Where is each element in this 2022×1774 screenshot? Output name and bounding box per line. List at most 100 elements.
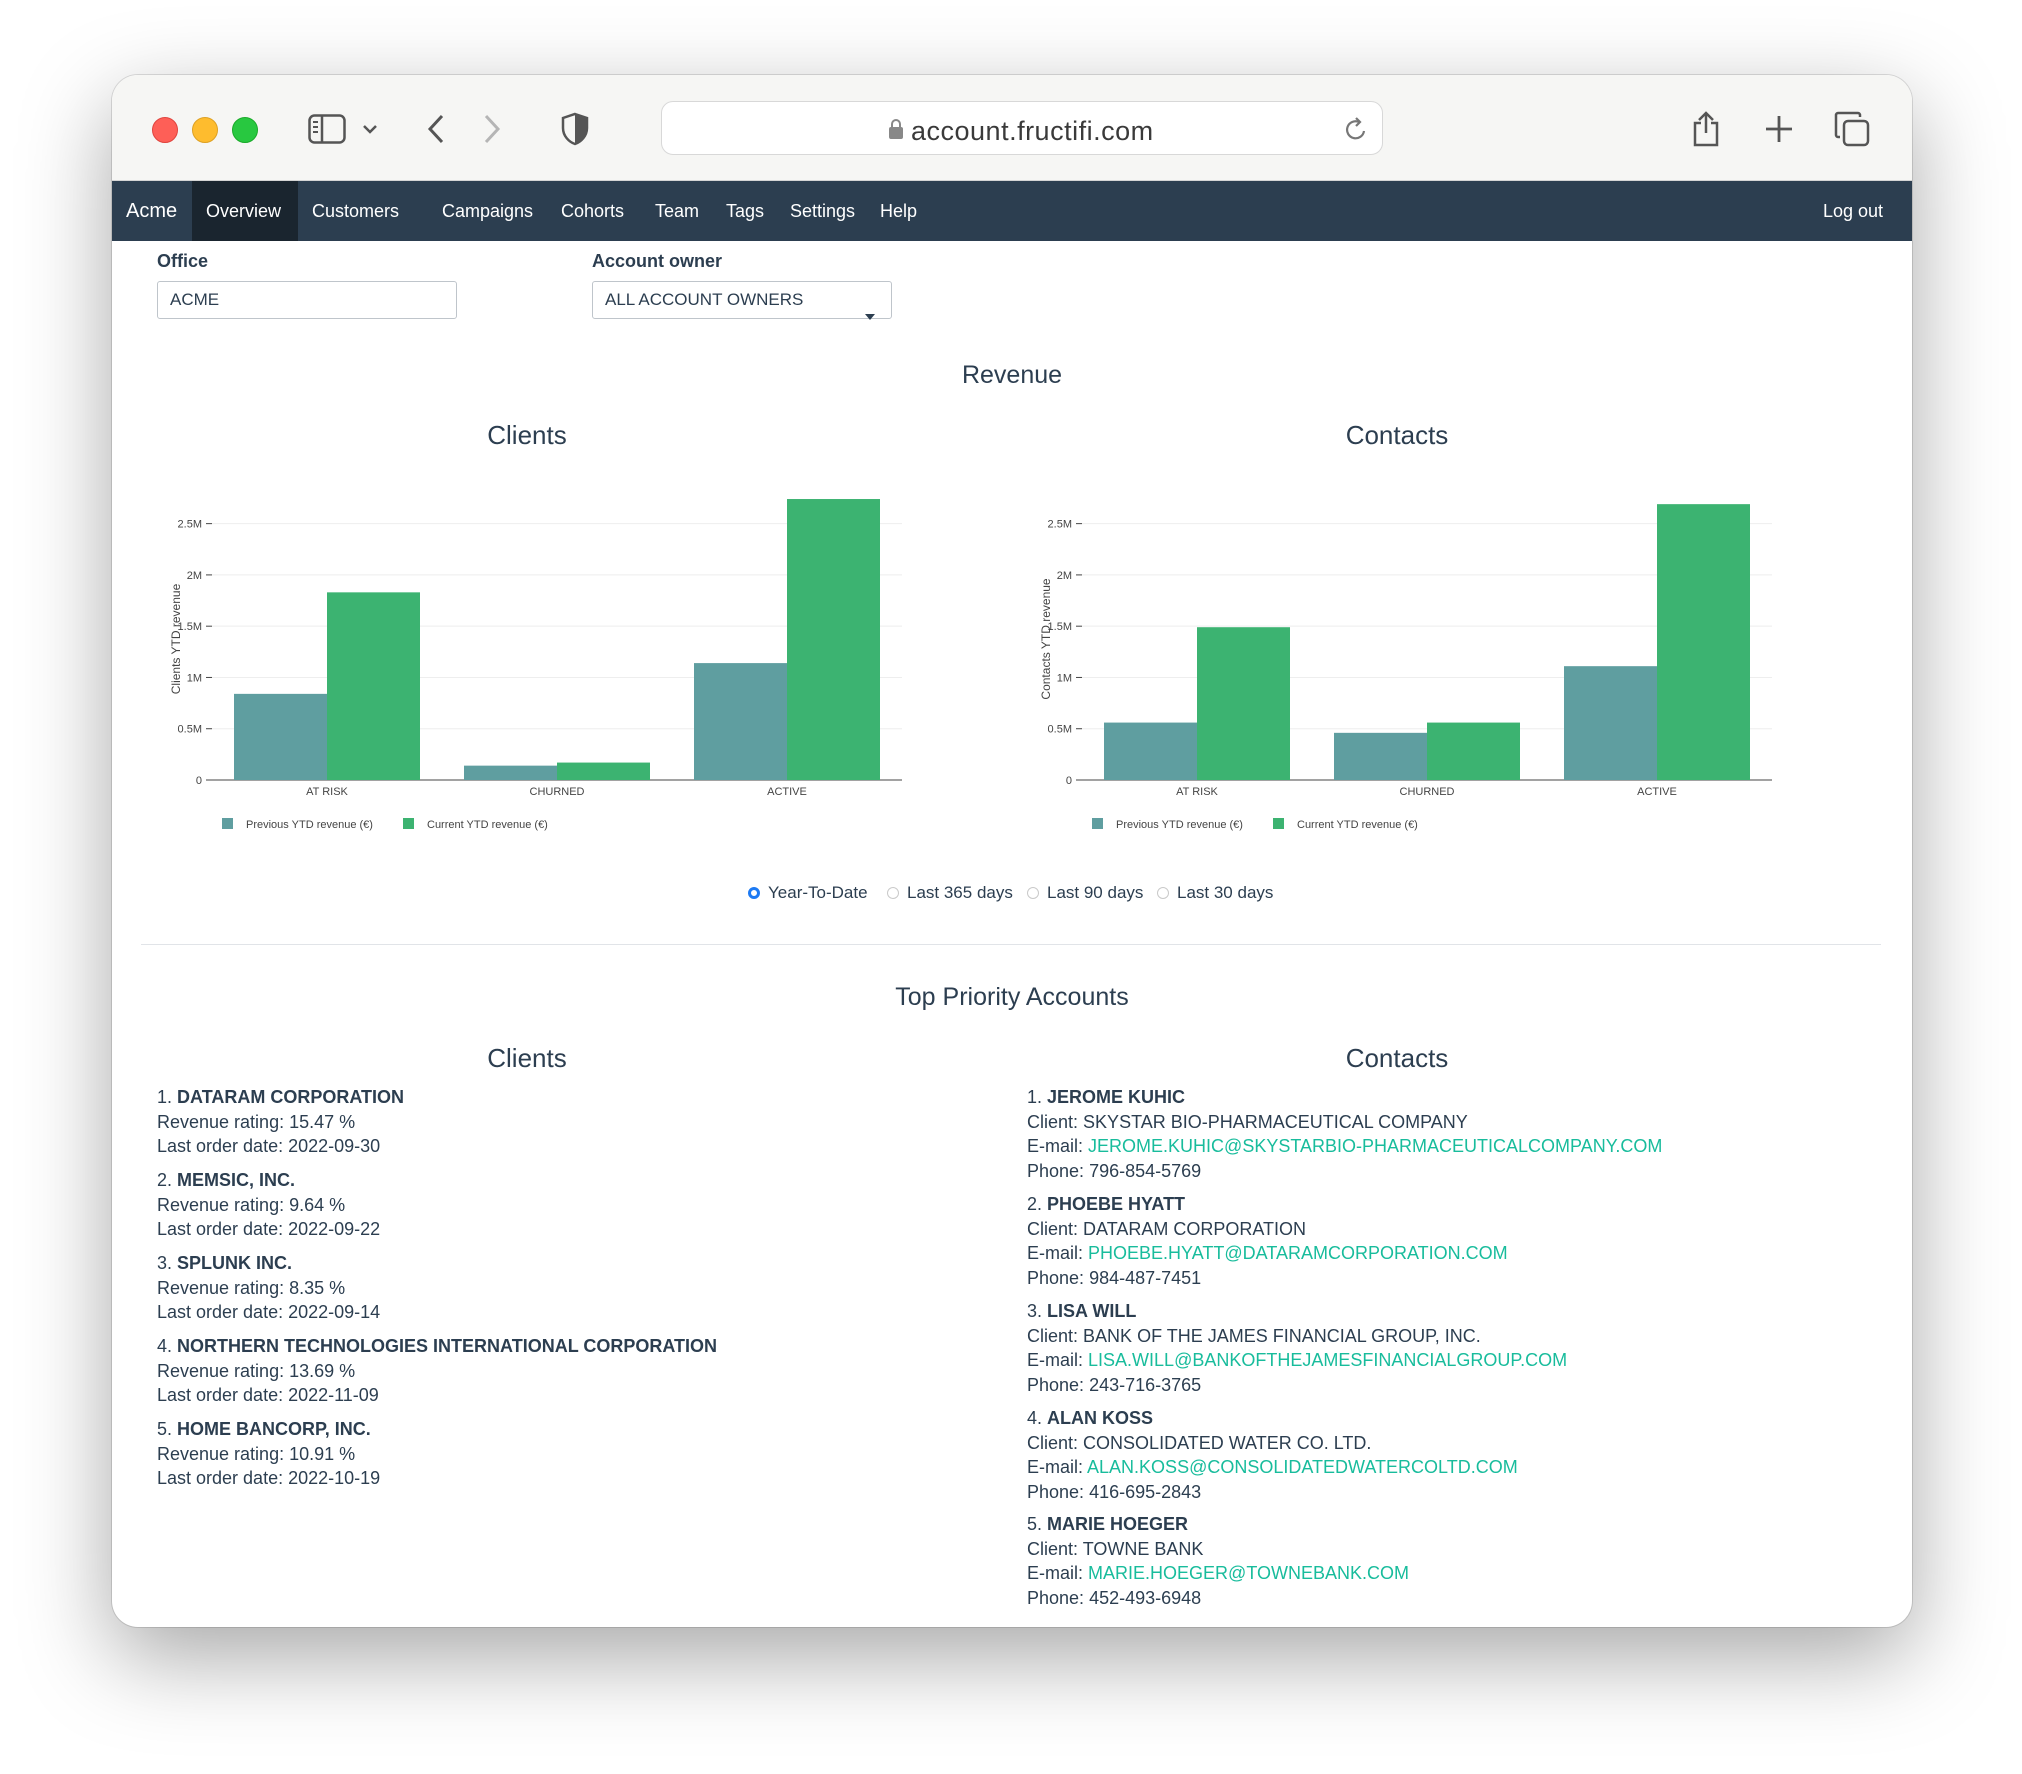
clients-legend-label: Previous YTD revenue (€) [246,819,373,831]
contacts-bar-current [1197,627,1290,780]
office-label: Office [157,251,209,271]
contact-phone: 452-493-6948 [1089,1587,1202,1608]
radio-30[interactable] [1157,887,1169,899]
contact-name[interactable]: LISA WILL [1047,1301,1136,1321]
client-index: 3. [157,1253,173,1273]
contact-phone: 796-854-5769 [1089,1160,1202,1181]
contact-client: BANK OF THE JAMES FINANCIAL GROUP, INC. [1083,1325,1481,1346]
contacts-y-axis-label: Contacts YTD revenue [1039,578,1053,699]
client-name[interactable]: NORTHERN TECHNOLOGIES INTERNATIONAL CORP… [177,1336,717,1356]
contact-account-item: 2. PHOEBE HYATT Client: DATARAM CORPORATI… [1027,1192,1508,1290]
contacts-xtick-label: CHURNED [1400,786,1455,798]
contact-name[interactable]: ALAN KOSS [1047,1408,1153,1428]
period-option-30[interactable]: Last 30 days [1157,883,1273,903]
client-account-item: 2. MEMSIC, INC. Revenue rating: 9.64 % Las… [157,1168,380,1242]
clients-ytick-label: 0 [196,775,202,787]
contact-client: CONSOLIDATED WATER CO. LTD. [1083,1432,1372,1453]
contact-account-item: 3. LISA WILL Client: BANK OF THE JAMES FI… [1027,1299,1567,1397]
contact-email-link[interactable]: PHOEBE.HYATT@DATARAMCORPORATION.COM [1088,1243,1508,1263]
account-owner-value: ALL ACCOUNT OWNERS [605,290,804,309]
client-index: 4. [157,1336,173,1356]
forward-icon[interactable] [468,105,516,153]
clients-revenue-chart: 00.5M1M1.5M2M2.5MClients YTD revenueAT R… [169,499,902,831]
browser-window: account.fructifi.com Acme Overview Custo… [112,75,1912,1627]
reload-icon[interactable] [1344,116,1368,147]
address-bar[interactable]: account.fructifi.com [661,101,1383,155]
client-last-order-date: Last order date: 2022-11-09 [157,1385,379,1405]
back-icon[interactable] [412,105,460,153]
radio-90[interactable] [1027,887,1039,899]
phone-prefix: Phone: [1027,1374,1085,1395]
client-last-order-date: Last order date: 2022-09-30 [157,1136,381,1156]
contact-email-link[interactable]: MARIE.HOEGER@TOWNEBANK.COM [1088,1563,1409,1583]
account-owner-label: Account owner [592,251,723,271]
contacts-legend-label: Current YTD revenue (€) [1297,819,1418,831]
contacts-chart-title: Contacts [1345,420,1449,450]
contacts-xtick-label: ACTIVE [1637,786,1677,798]
client-name[interactable]: DATARAM CORPORATION [177,1087,404,1107]
client-name[interactable]: HOME BANCORP, INC. [177,1419,371,1439]
account-owner-select[interactable]: ALL ACCOUNT OWNERS [592,281,892,320]
client-prefix: Client: [1027,1432,1079,1453]
shield-icon[interactable] [551,105,599,153]
client-prefix: Client: [1027,1538,1079,1559]
radio-ytd[interactable] [748,887,760,899]
minimize-window-button[interactable] [192,117,218,143]
client-prefix: Client: [1027,1218,1079,1239]
clients-ytick-label: 0.5M [178,724,202,736]
sidebar-icon[interactable] [303,105,351,153]
period-option-90[interactable]: Last 90 days [1027,883,1143,903]
new-tab-icon[interactable] [1755,105,1803,153]
client-name[interactable]: SPLUNK INC. [177,1253,292,1273]
radio-365[interactable] [887,887,899,899]
client-revenue-rating: Revenue rating: 10.91 % [157,1443,356,1464]
contact-phone: 243-716-3765 [1089,1374,1202,1395]
contact-email-link[interactable]: LISA.WILL@BANKOFTHEJAMESFINANCIALGROUP.C… [1088,1350,1567,1370]
contact-name[interactable]: JEROME KUHIC [1047,1087,1185,1107]
nav-help[interactable]: Help [866,181,931,241]
contact-client: DATARAM CORPORATION [1083,1218,1307,1239]
contact-client: SKYSTAR BIO-PHARMACEUTICAL COMPANY [1083,1111,1468,1132]
period-option-ytd[interactable]: Year-To-Date [748,883,868,903]
client-last-order-date: Last order date: 2022-09-14 [157,1302,381,1322]
contacts-revenue-chart: 00.5M1M1.5M2M2.5MContacts YTD revenueAT … [1039,504,1772,831]
contact-name[interactable]: PHOEBE HYATT [1047,1194,1185,1214]
maximize-window-button[interactable] [232,117,258,143]
contact-name[interactable]: MARIE HOEGER [1047,1514,1188,1534]
phone-prefix: Phone: [1027,1267,1085,1288]
client-revenue-rating: Revenue rating: 15.47 % [157,1111,356,1132]
clients-legend-swatch [403,818,414,829]
clients-xtick-label: CHURNED [530,786,585,798]
nav-campaigns[interactable]: Campaigns [428,181,547,241]
client-account-item: 4. NORTHERN TECHNOLOGIES INTERNATIONAL C… [157,1334,717,1408]
contact-email-link[interactable]: ALAN.KOSS@CONSOLIDATEDWATERCOLTD.COM [1087,1457,1518,1477]
contact-index: 1. [1027,1087,1043,1107]
nav-customers[interactable]: Customers [298,181,413,241]
lock-icon [888,118,904,145]
client-prefix: Client: [1027,1111,1079,1132]
client-index: 1. [157,1087,173,1107]
close-window-button[interactable] [152,117,178,143]
client-revenue-rating: Revenue rating: 13.69 % [157,1360,356,1381]
contact-email-link[interactable]: JEROME.KUHIC@SKYSTARBIO-PHARMACEUTICALCO… [1088,1136,1662,1156]
nav-cohorts[interactable]: Cohorts [547,181,638,241]
clients-bar-previous [234,693,327,780]
nav-settings[interactable]: Settings [776,181,869,241]
clients-legend-swatch [222,818,233,829]
tabs-icon[interactable] [1828,105,1876,153]
clients-bar-current [787,499,880,780]
period-option-365[interactable]: Last 365 days [887,883,1013,903]
client-name[interactable]: MEMSIC, INC. [177,1170,295,1190]
brand-link[interactable]: Acme [112,181,192,241]
office-input[interactable]: ACME [157,281,457,319]
app-navbar: Acme Overview Customers Campaigns Cohort… [112,181,1912,241]
nav-overview[interactable]: Overview [192,181,298,241]
share-icon[interactable] [1682,105,1730,153]
clients-bar-current [327,592,420,780]
nav-team[interactable]: Team [641,181,713,241]
chevron-down-icon[interactable] [355,105,385,153]
contacts-legend-swatch [1092,818,1103,829]
nav-tags[interactable]: Tags [712,181,778,241]
logout-link[interactable]: Log out [1809,181,1897,241]
clients-chart-title: Clients [487,420,567,450]
